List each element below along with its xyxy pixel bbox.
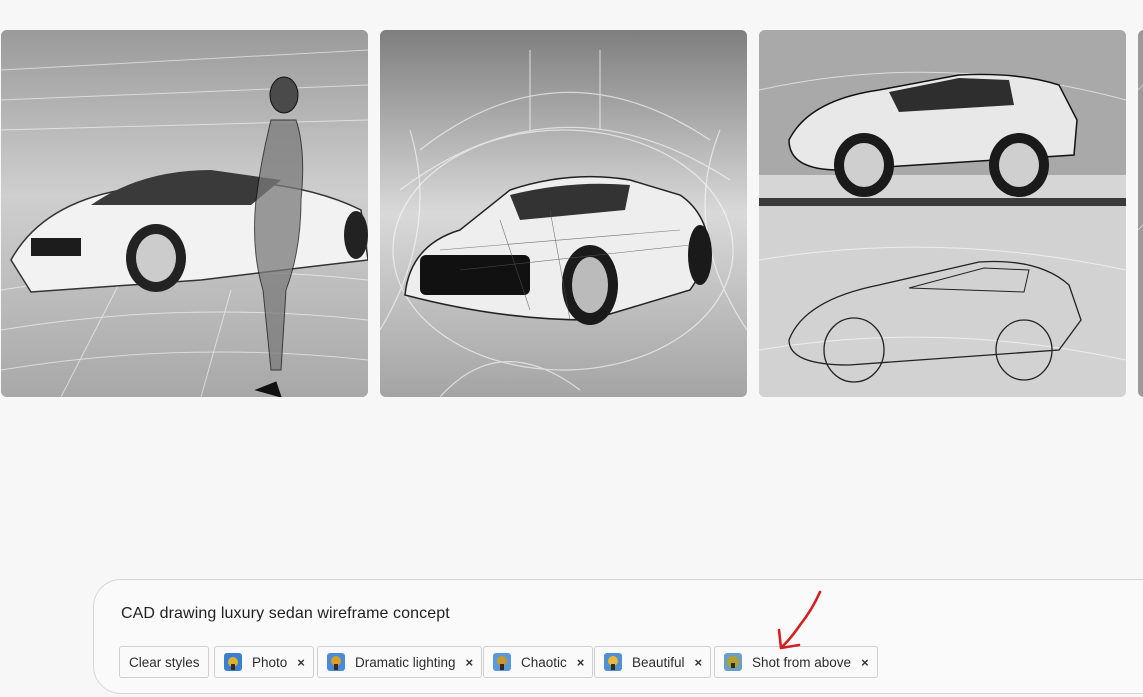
style-chip-label: Shot from above (752, 654, 852, 670)
prompt-panel: CAD drawing luxury sedan wireframe conce… (93, 579, 1143, 694)
style-chip-dramatic-lighting[interactable]: Dramatic lighting × (317, 646, 483, 678)
style-chip-label: Photo (252, 654, 288, 670)
remove-chip-icon[interactable]: × (695, 655, 703, 670)
style-chip-photo[interactable]: Photo × (214, 646, 314, 678)
style-chip-label: Chaotic (521, 654, 567, 670)
generated-image-2[interactable] (380, 30, 747, 397)
style-thumbnail-icon (327, 653, 345, 671)
style-chip-chaotic[interactable]: Chaotic × (483, 646, 594, 678)
clear-styles-button[interactable]: Clear styles (119, 646, 209, 678)
style-thumbnail-icon (724, 653, 742, 671)
style-thumbnail-icon (604, 653, 622, 671)
style-thumbnail-icon (224, 653, 242, 671)
generated-image-1[interactable] (1, 30, 368, 397)
style-chip-shot-from-above[interactable]: Shot from above × (714, 646, 878, 678)
remove-chip-icon[interactable]: × (577, 655, 585, 670)
style-chip-beautiful[interactable]: Beautiful × (594, 646, 712, 678)
generated-image-3[interactable] (759, 30, 1126, 397)
style-chip-label: Beautiful (632, 654, 685, 670)
style-chip-label: Dramatic lighting (355, 654, 456, 670)
image-gallery (0, 0, 1143, 400)
style-thumbnail-icon (493, 653, 511, 671)
remove-chip-icon[interactable]: × (297, 655, 305, 670)
remove-chip-icon[interactable]: × (466, 655, 474, 670)
remove-chip-icon[interactable]: × (861, 655, 869, 670)
clear-styles-label: Clear styles (129, 654, 200, 670)
generated-image-4[interactable] (1138, 30, 1143, 397)
prompt-input[interactable]: CAD drawing luxury sedan wireframe conce… (121, 605, 450, 623)
